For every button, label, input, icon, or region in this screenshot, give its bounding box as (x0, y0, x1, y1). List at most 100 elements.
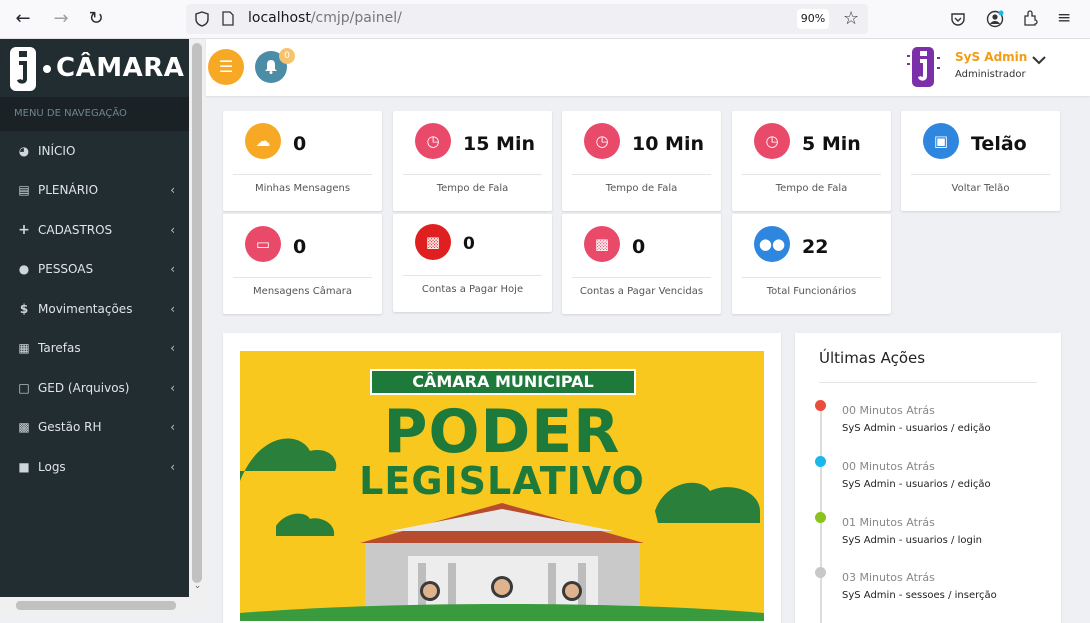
stat-card-telao[interactable]: ▣ Telão Voltar Telão (901, 111, 1060, 211)
sidebar-item-pessoas[interactable]: ● PESSOAS ‹ (0, 249, 189, 288)
chevron-left-icon: ‹ (170, 380, 175, 395)
reload-icon[interactable]: ↻ (86, 9, 106, 29)
sidebar-item-label: PLENÁRIO (38, 182, 99, 197)
stat-card-tempo-5[interactable]: ◷ 5 Min Tempo de Fala (732, 111, 891, 211)
stat-value: 22 (802, 236, 829, 258)
sidebar-item-ged[interactable]: □ GED (Arquivos) ‹ (0, 368, 189, 407)
back-arrow-icon[interactable]: ← (13, 9, 33, 29)
scroll-down-icon[interactable]: ⌄ (191, 580, 204, 593)
sidebar-item-logs[interactable]: ■ Logs ‹ (0, 447, 189, 486)
stat-card-tempo-10[interactable]: ◷ 10 Min Tempo de Fala (562, 111, 721, 211)
sidebar-item-label: Movimentações (38, 301, 133, 316)
recent-actions-card: Últimas Ações 00 Minutos Atrás SyS Admin… (795, 333, 1061, 623)
stat-label: Total Funcionários (766, 286, 857, 297)
stat-label: Tempo de Fala (775, 183, 848, 194)
logo-dot (43, 65, 51, 73)
sidebar-scroll-thumb[interactable] (192, 43, 202, 583)
comments-icon: ☁ (245, 123, 281, 159)
divider (403, 174, 542, 175)
action-time: 03 Minutos Atrás (842, 571, 935, 584)
sidebar-toggle-button[interactable]: ☰ (208, 49, 244, 85)
stat-value: 0 (293, 236, 307, 258)
stat-card-contas-hoje[interactable]: ▩ 0 Contas a Pagar Hoje (393, 214, 552, 312)
page-icon (222, 11, 234, 26)
stat-value: Telão (971, 133, 1027, 155)
sidebar-item-cadastros[interactable]: + CADASTROS ‹ (0, 210, 189, 249)
bookmark-star-icon[interactable]: ☆ (843, 8, 859, 29)
divider (742, 277, 881, 278)
user-name[interactable]: SyS Admin (955, 50, 1027, 64)
stat-card-funcionarios[interactable]: ●● 22 Total Funcionários (732, 214, 891, 314)
action-time: 00 Minutos Atrás (842, 404, 935, 417)
user-avatar[interactable] (906, 43, 942, 89)
file-icon: □ (18, 380, 30, 395)
plus-icon: + (18, 221, 30, 238)
money-icon: ▩ (584, 226, 620, 262)
action-time: 00 Minutos Atrás (842, 460, 935, 473)
shield-icon (195, 11, 209, 27)
dashboard-icon: ◕ (18, 143, 30, 158)
sidebar-item-plenario[interactable]: ▤ PLENÁRIO ‹ (0, 170, 189, 209)
chevron-left-icon: ‹ (170, 419, 175, 434)
forward-arrow-icon[interactable]: → (51, 9, 71, 29)
menu-icon[interactable]: ≡ (1057, 8, 1071, 28)
divider (572, 174, 711, 175)
action-text: SyS Admin - sessoes / inserção (842, 590, 997, 601)
laptop-icon: ▭ (245, 226, 281, 262)
divider (819, 382, 1037, 383)
stat-label: Tempo de Fala (436, 183, 509, 194)
url-bar[interactable]: localhost/cmjp/painel/ 90% ☆ (186, 4, 868, 34)
money-icon: ▩ (415, 224, 451, 260)
app-logo[interactable]: CÂMARA (0, 39, 189, 97)
sidebar-item-gestao-rh[interactable]: ▩ Gestão RH ‹ (0, 407, 189, 446)
sidebar-item-movimentacoes[interactable]: $ Movimentações ‹ (0, 289, 189, 328)
horizontal-scroll-thumb[interactable] (16, 601, 176, 610)
divider (403, 275, 542, 276)
sidebar-item-label: Tarefas (38, 340, 81, 355)
sidebar-item-label: CADASTROS (38, 222, 113, 237)
logo-mark-icon (10, 47, 36, 91)
zoom-badge[interactable]: 90% (797, 9, 829, 29)
stat-card-minhas-mensagens[interactable]: ☁ 0 Minhas Mensagens (223, 111, 382, 211)
stat-card-contas-vencidas[interactable]: ▩ 0 Contas a Pagar Vencidas (562, 214, 721, 314)
divider (572, 277, 711, 278)
user-role: Administrador (955, 69, 1026, 80)
sidebar-item-tarefas[interactable]: ▦ Tarefas ‹ (0, 328, 189, 367)
recent-actions-title: Últimas Ações (819, 349, 926, 367)
chevron-down-icon[interactable] (1032, 55, 1046, 65)
extensions-icon[interactable] (1022, 10, 1039, 27)
sidebar-item-label: Gestão RH (38, 419, 102, 434)
url-path: /cmjp/painel/ (310, 10, 402, 26)
lock-icon: ■ (18, 459, 30, 474)
stat-card-tempo-15[interactable]: ◷ 15 Min Tempo de Fala (393, 111, 552, 211)
account-icon[interactable] (986, 10, 1004, 28)
action-text: SyS Admin - usuarios / edição (842, 423, 991, 434)
notification-count-badge: 0 (279, 48, 295, 64)
sidebar-item-label: PESSOAS (38, 261, 94, 276)
action-time: 01 Minutos Atrás (842, 516, 935, 529)
calendar-icon: ▦ (18, 340, 30, 355)
pocket-icon[interactable] (950, 11, 966, 27)
stat-value: 0 (632, 236, 646, 258)
stat-label: Contas a Pagar Hoje (421, 284, 524, 295)
stat-label: Tempo de Fala (605, 183, 678, 194)
banner-title-line1: PODER (383, 397, 621, 467)
user-icon: ● (18, 261, 30, 276)
stat-value: 0 (463, 234, 475, 254)
stat-label: Minhas Mensagens (254, 183, 351, 194)
timeline-dot (815, 400, 826, 411)
sidebar-item-inicio[interactable]: ◕ INÍCIO (0, 131, 189, 170)
clock-icon: ◷ (754, 123, 790, 159)
url-host: localhost (248, 10, 311, 26)
clock-icon: ◷ (415, 123, 451, 159)
banner-band: CÂMARA MUNICIPAL (370, 369, 636, 395)
banner-title-line2: LEGISLATIVO (359, 459, 645, 503)
stat-card-mensagens-camara[interactable]: ▭ 0 Mensagens Câmara (223, 214, 382, 314)
institution-icon: ▤ (18, 182, 30, 197)
divider (233, 174, 372, 175)
banner-card: CÂMARA MUNICIPAL PODER LEGISLATIVO (223, 333, 781, 623)
stat-label: Contas a Pagar Vencidas (579, 286, 704, 297)
divider (233, 277, 372, 278)
timeline-dot (815, 512, 826, 523)
logo-text: CÂMARA (56, 53, 185, 83)
